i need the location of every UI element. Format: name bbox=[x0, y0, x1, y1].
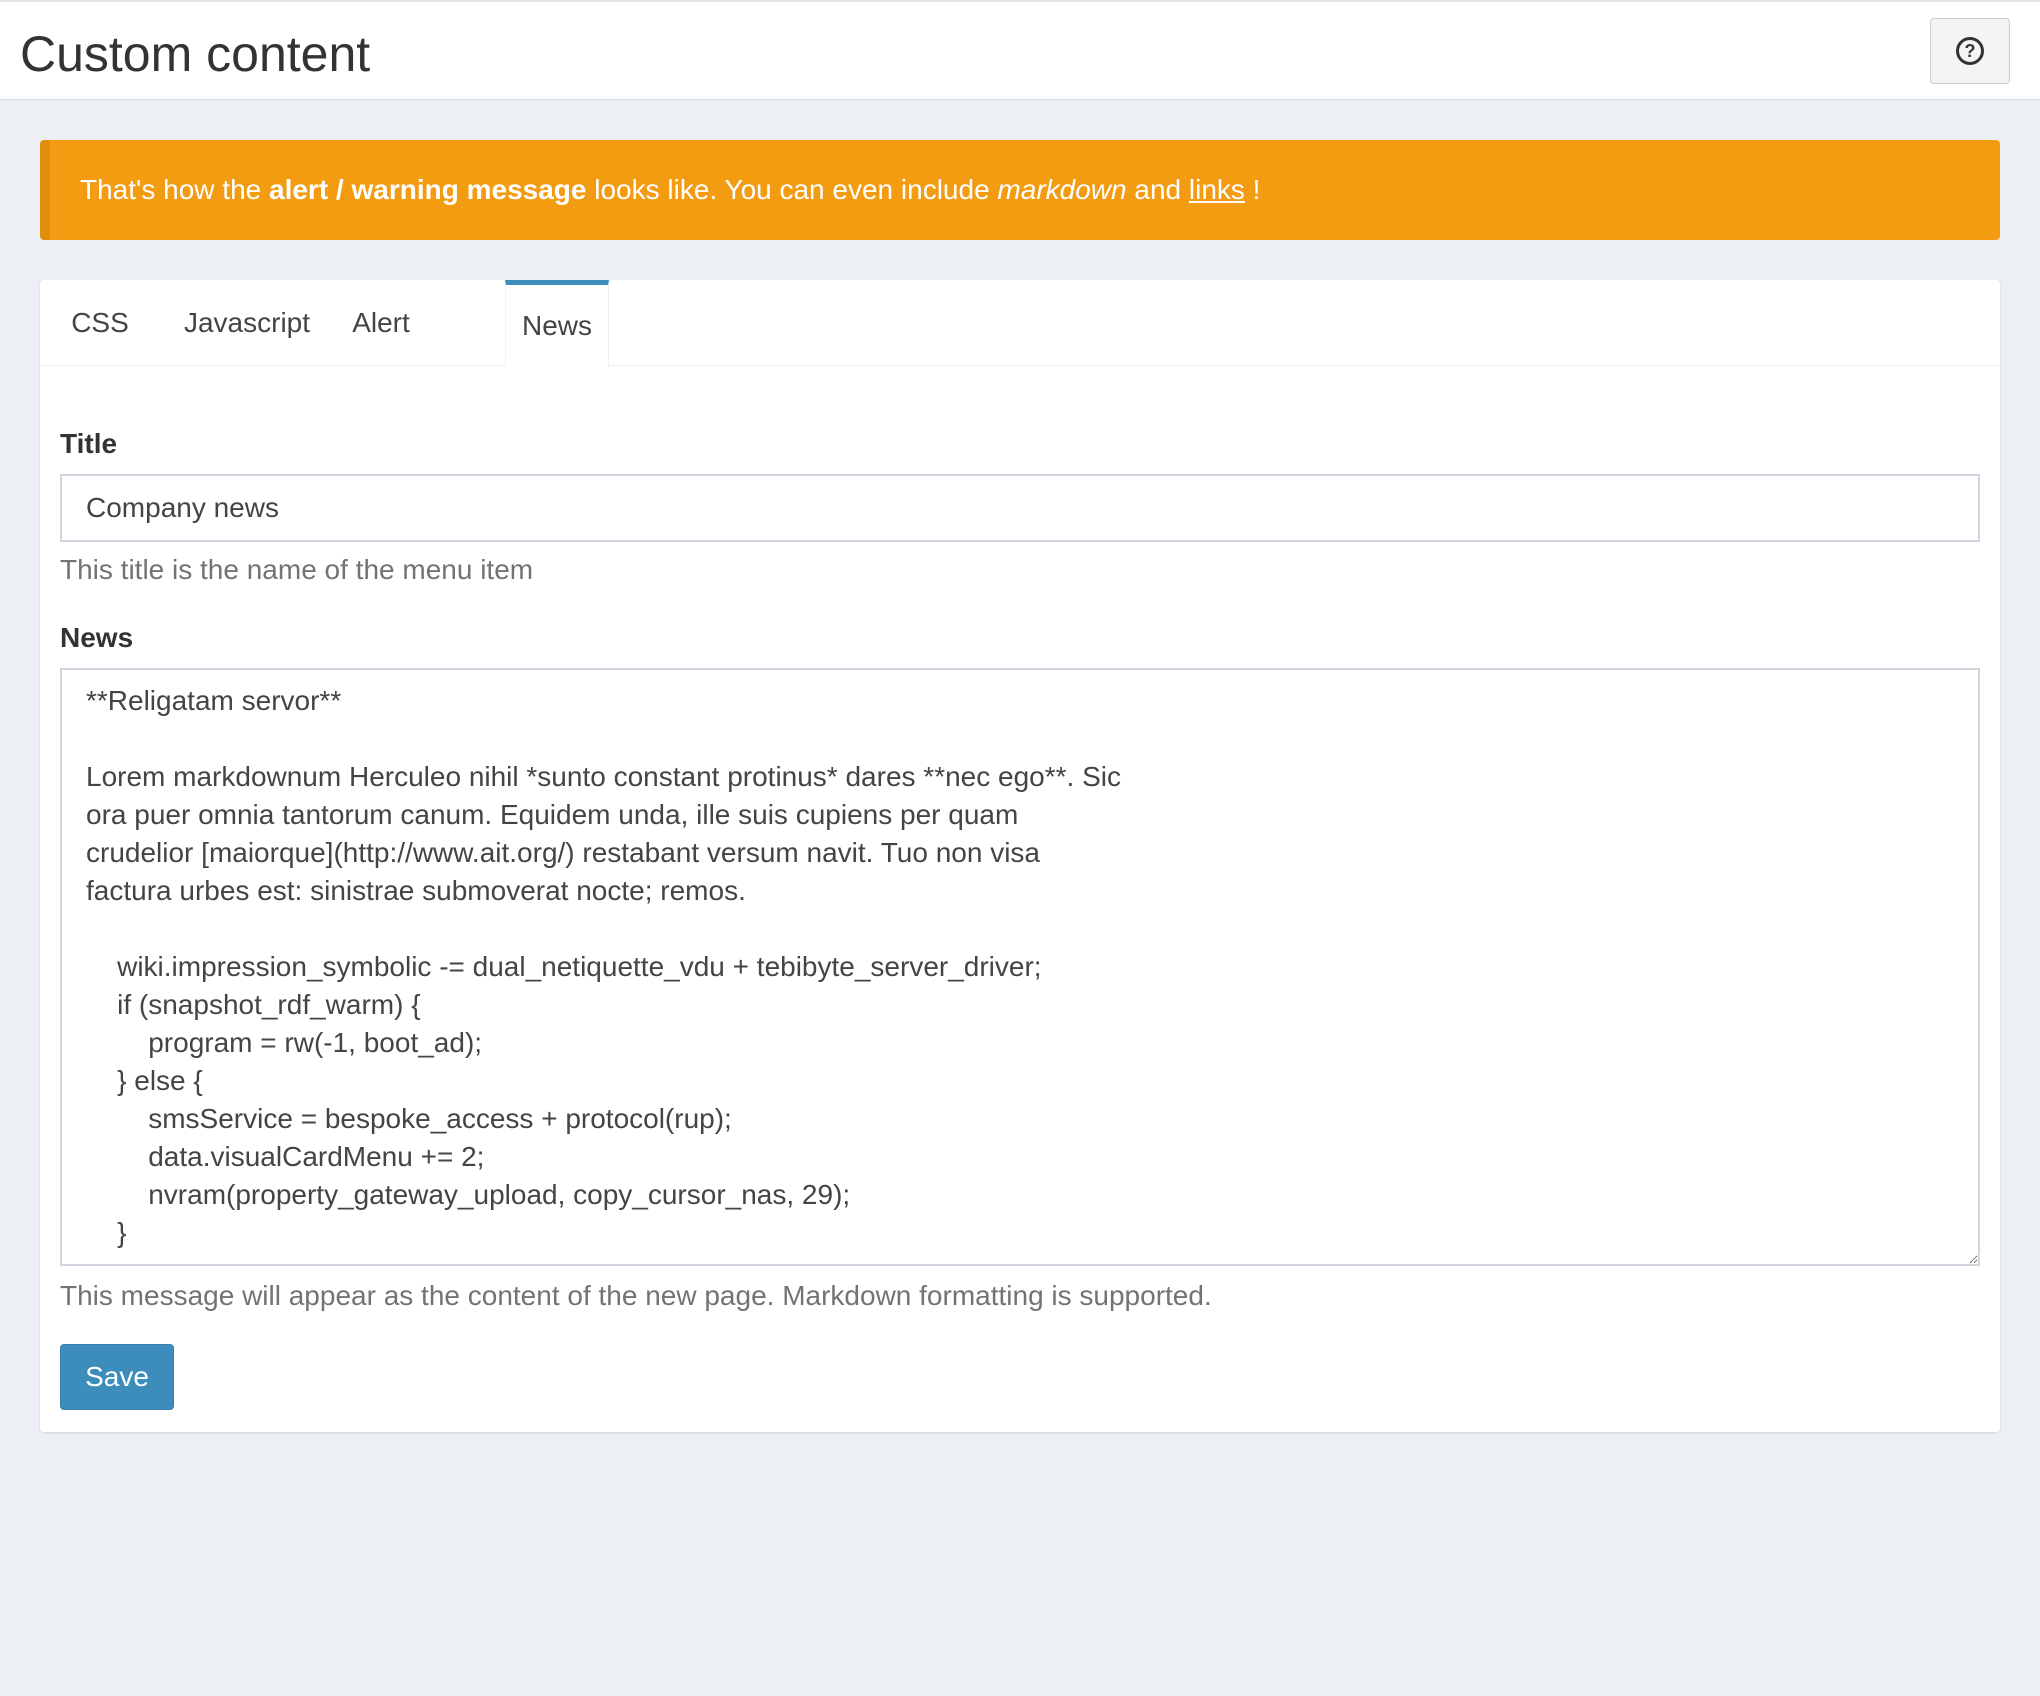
alert-text-italic: markdown bbox=[997, 174, 1127, 205]
alert-text-middle: looks like. You can even include bbox=[586, 174, 998, 205]
alert-warning: That's how the alert / warning message l… bbox=[40, 140, 2000, 240]
alert-text-and: and bbox=[1126, 174, 1189, 205]
custom-content-panel: CSS Javascript Alert News Title This tit… bbox=[40, 280, 2000, 1432]
alert-text-bold: alert / warning message bbox=[269, 174, 587, 205]
title-help-text: This title is the name of the menu item bbox=[60, 554, 534, 585]
title-label: Title bbox=[60, 428, 118, 459]
help-button[interactable]: ? bbox=[1930, 18, 2010, 84]
question-circle-icon: ? bbox=[1956, 37, 1984, 65]
news-textarea[interactable]: **Religatam servor** Lorem markdownum He… bbox=[60, 668, 1980, 1266]
alert-text-prefix: That's how the bbox=[80, 174, 269, 205]
save-button[interactable]: Save bbox=[60, 1344, 174, 1410]
alert-text-suffix: ! bbox=[1244, 174, 1261, 205]
news-help-text: This message will appear as the content … bbox=[60, 1280, 1212, 1311]
alert-link[interactable]: links bbox=[1189, 174, 1245, 206]
tab-news[interactable]: News bbox=[505, 280, 609, 367]
tab-bar: CSS Javascript Alert News bbox=[40, 280, 2000, 367]
tab-alert[interactable]: Alert bbox=[334, 280, 428, 366]
page-title: Custom content bbox=[20, 26, 371, 82]
tab-css[interactable]: CSS bbox=[40, 280, 160, 366]
news-label: News bbox=[60, 622, 134, 653]
tab-javascript[interactable]: Javascript bbox=[160, 280, 334, 366]
page-header: Custom content ? bbox=[0, 0, 2040, 100]
title-input[interactable] bbox=[60, 474, 1980, 542]
